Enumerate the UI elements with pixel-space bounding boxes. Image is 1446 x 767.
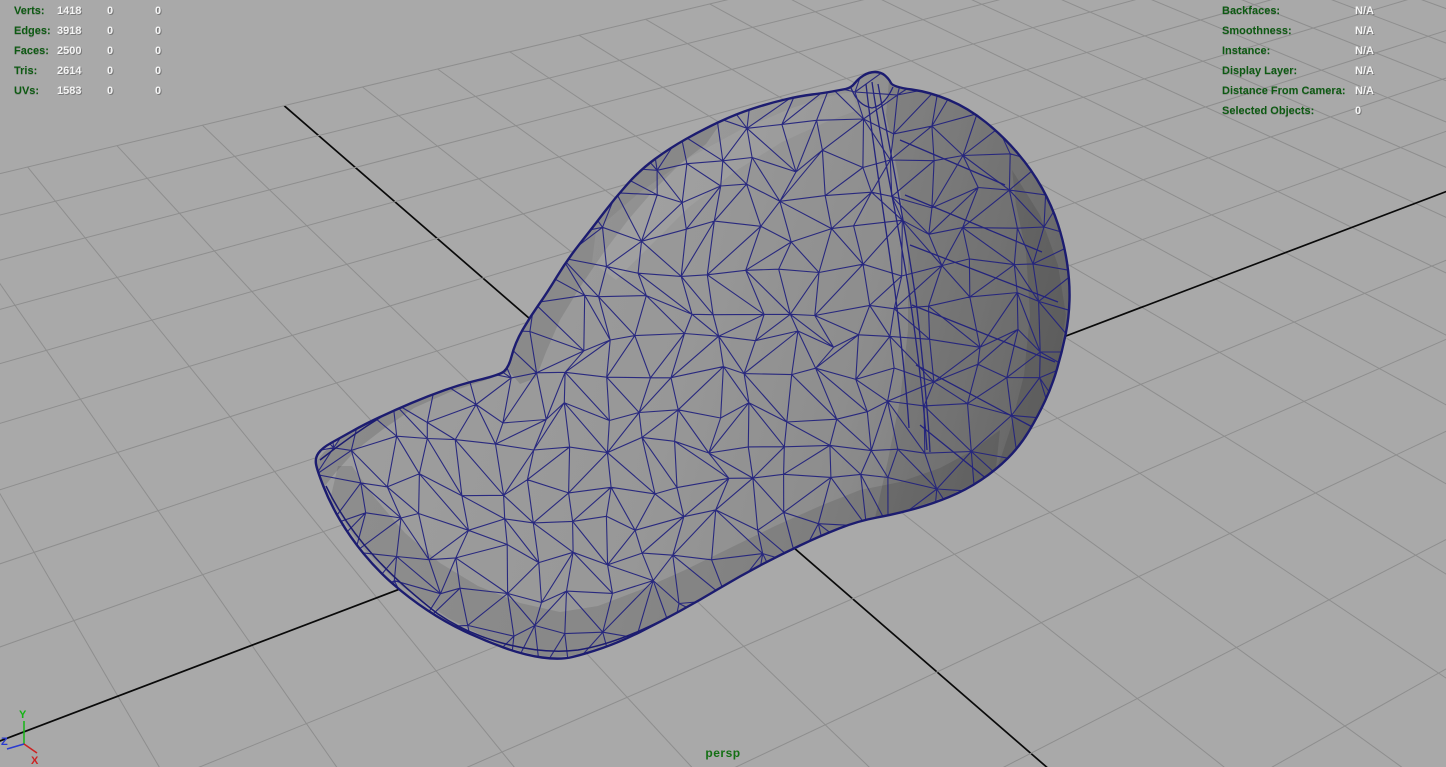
tris-component: 0: [155, 65, 162, 77]
hud-row-verts: Verts: 1418 0 0: [14, 1, 161, 21]
selected-objects-label: Selected Objects:: [1222, 105, 1315, 117]
z-axis-label: Z: [1, 736, 8, 748]
maya-viewport[interactable]: Verts: 1418 0 0 Edges: 3918 0 0 Faces: 2…: [0, 0, 1446, 767]
edges-selected: 0: [107, 25, 114, 37]
verts-label: Verts:: [14, 5, 45, 17]
faces-selected: 0: [107, 45, 114, 57]
verts-selected: 0: [107, 5, 114, 17]
distance-from-camera-value: N/A: [1355, 85, 1374, 97]
display-layer-label: Display Layer:: [1222, 65, 1298, 77]
verts-total: 1418: [57, 5, 82, 17]
hud-row-backfaces: Backfaces: N/A: [1222, 1, 1374, 21]
smoothness-label: Smoothness:: [1222, 25, 1292, 37]
x-axis-line: [23, 743, 38, 754]
instance-value: N/A: [1355, 45, 1374, 57]
distance-from-camera-label: Distance From Camera:: [1222, 85, 1346, 97]
uvs-component: 0: [155, 85, 162, 97]
display-layer-value: N/A: [1355, 65, 1374, 77]
axis-gizmo: Y Z X: [1, 709, 39, 767]
x-axis-label: X: [31, 755, 39, 767]
poly-count-hud: Verts: 1418 0 0 Edges: 3918 0 0 Faces: 2…: [14, 1, 161, 101]
edges-component: 0: [155, 25, 162, 37]
hud-row-display-layer: Display Layer: N/A: [1222, 61, 1374, 81]
instance-label: Instance:: [1222, 45, 1271, 57]
hud-row-edges: Edges: 3918 0 0: [14, 21, 161, 41]
verts-component: 0: [155, 5, 162, 17]
tris-total: 2614: [57, 65, 82, 77]
uvs-selected: 0: [107, 85, 114, 97]
faces-component: 0: [155, 45, 162, 57]
hud-row-distance-from-camera: Distance From Camera: N/A: [1222, 81, 1374, 101]
edges-label: Edges:: [14, 25, 51, 37]
y-axis-label: Y: [19, 709, 27, 721]
hud-row-selected-objects: Selected Objects: 0: [1222, 101, 1374, 121]
backfaces-label: Backfaces:: [1222, 5, 1281, 17]
tris-selected: 0: [107, 65, 114, 77]
hud-row-faces: Faces: 2500 0 0: [14, 41, 161, 61]
faces-label: Faces:: [14, 45, 49, 57]
z-axis-line: [6, 743, 25, 750]
smoothness-value: N/A: [1355, 25, 1374, 37]
hud-row-uvs: UVs: 1583 0 0: [14, 81, 161, 101]
backfaces-value: N/A: [1355, 5, 1374, 17]
camera-name-label: persp: [705, 746, 741, 760]
uvs-label: UVs:: [14, 85, 40, 97]
tris-label: Tris:: [14, 65, 38, 77]
faces-total: 2500: [57, 45, 82, 57]
hud-row-instance: Instance: N/A: [1222, 41, 1374, 61]
selected-objects-value: 0: [1355, 105, 1362, 117]
edges-total: 3918: [57, 25, 82, 37]
uvs-total: 1583: [57, 85, 82, 97]
object-details-hud: Backfaces: N/A Smoothness: N/A Instance: N/…: [1222, 1, 1374, 121]
hud-row-smoothness: Smoothness: N/A: [1222, 21, 1374, 41]
hud-row-tris: Tris: 2614 0 0: [14, 61, 161, 81]
